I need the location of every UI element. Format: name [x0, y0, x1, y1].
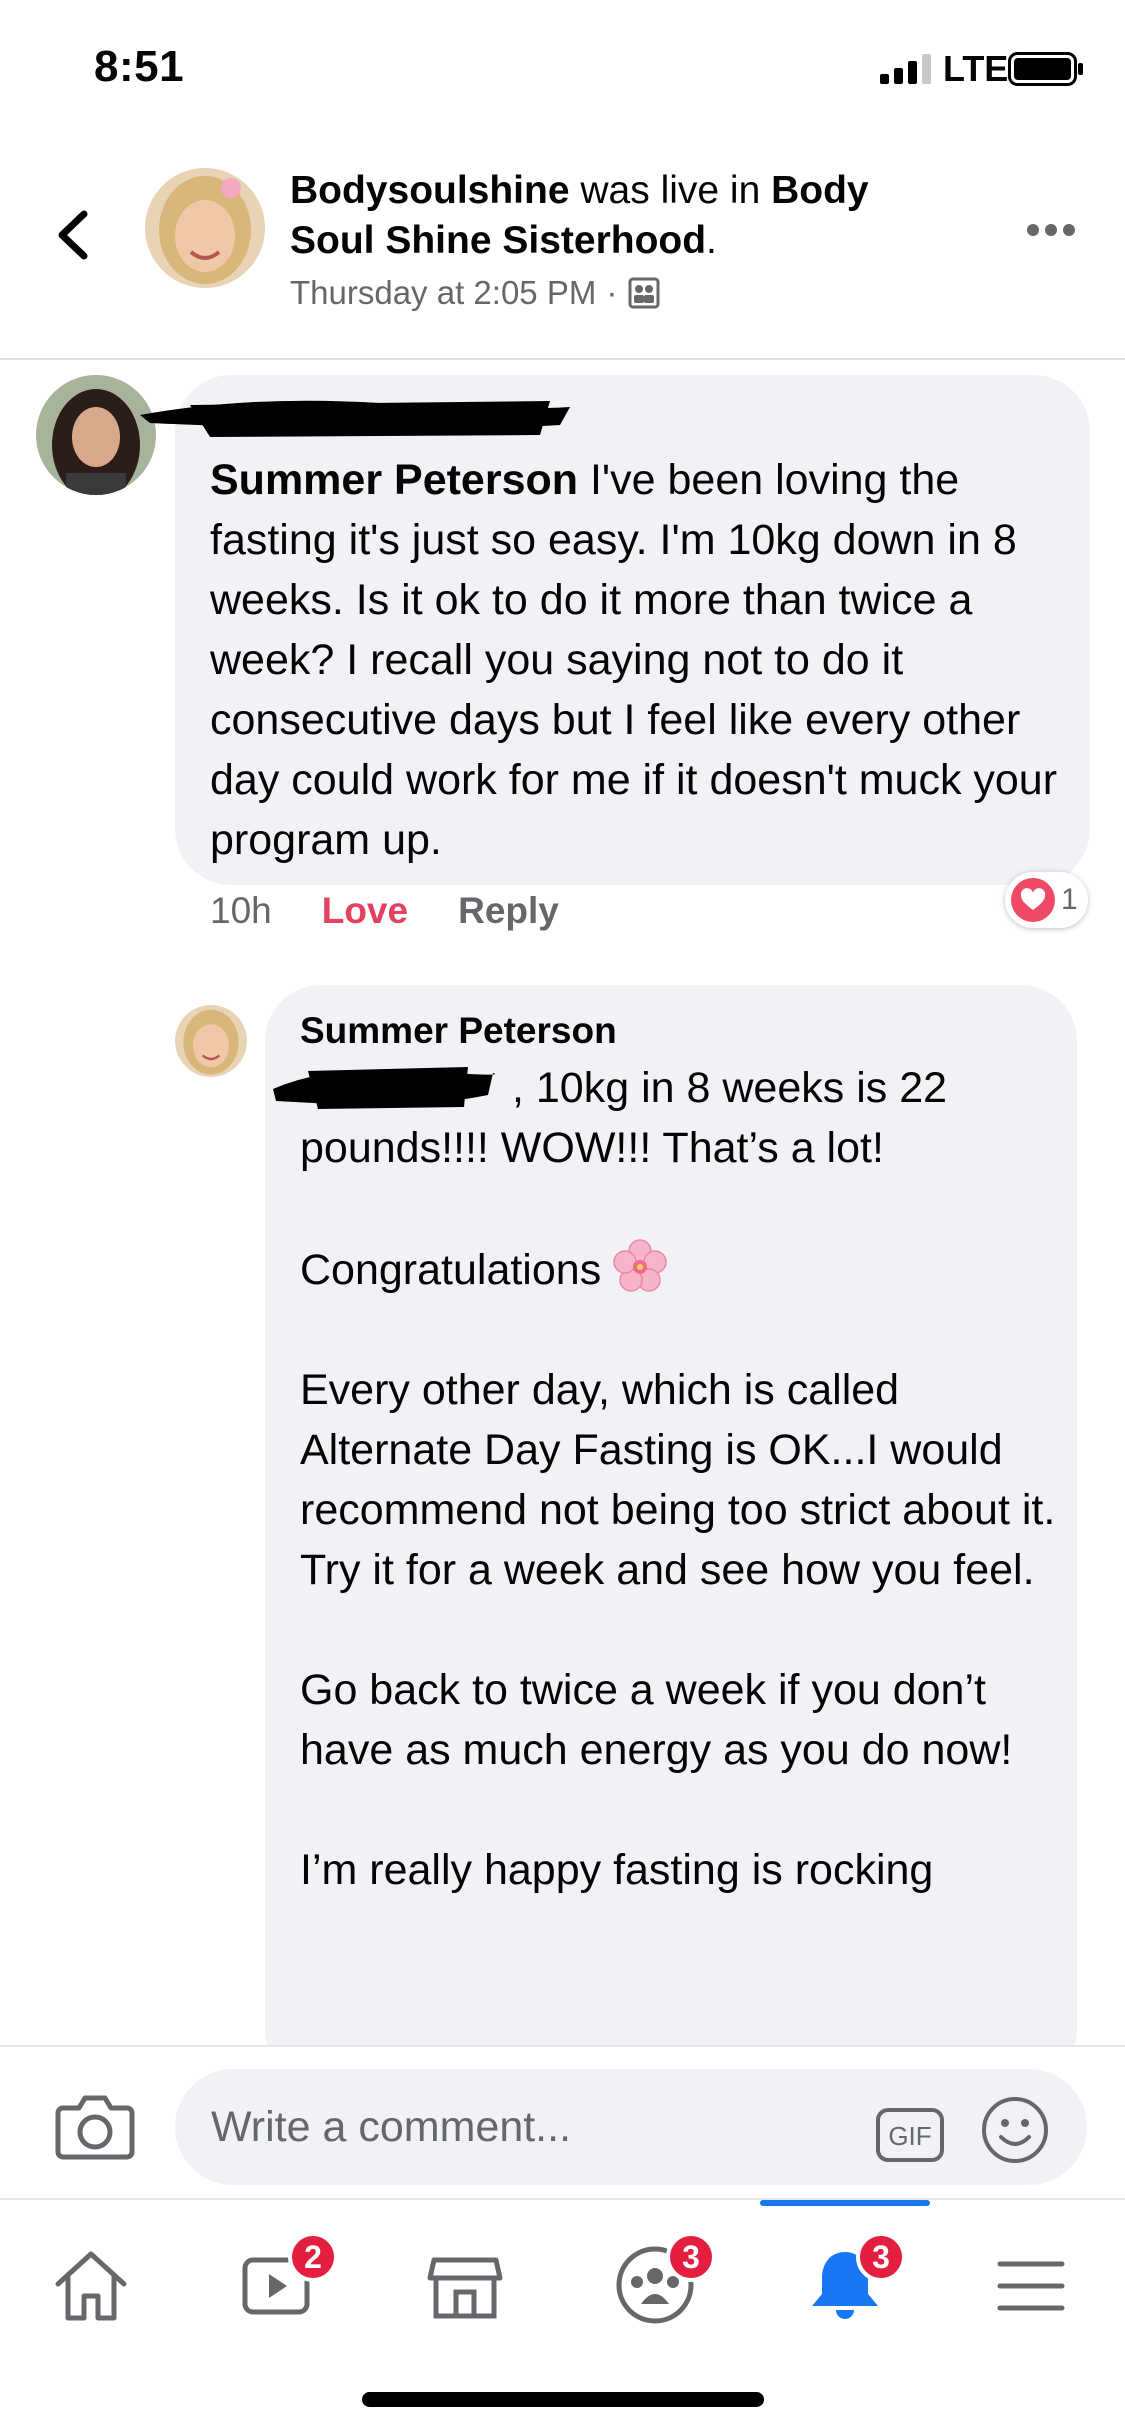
gif-label: GIF — [888, 2121, 931, 2151]
tab-home[interactable] — [46, 2240, 136, 2330]
comment-1-actions: 10h Love Reply — [210, 890, 559, 932]
notifications-badge: 3 — [856, 2232, 906, 2282]
post-header-text: Bodysoulshine was live in Body Soul Shin… — [290, 166, 930, 312]
reply-paragraph-5: I’m really happy fasting is rocking — [300, 1846, 934, 1894]
reply-paragraph-4: Go back to twice a week if you don’t hav… — [300, 1666, 1013, 1774]
heart-icon — [1011, 878, 1055, 922]
reply-paragraph-1: , 10kg in 8 weeks is 22 pounds!!!! WOW!!… — [300, 1064, 948, 1172]
status-bar: 8:51 LTE — [0, 0, 1125, 140]
back-arrow-icon[interactable] — [48, 200, 98, 270]
more-options-icon[interactable] — [1025, 220, 1077, 240]
reply-paragraph-2: Congratulations — [300, 1246, 602, 1294]
post-header: Bodysoulshine was live in Body Soul Shin… — [0, 140, 1125, 360]
author-avatar[interactable] — [145, 168, 265, 288]
comment-time[interactable]: 10h — [210, 890, 272, 932]
reaction-summary[interactable]: 1 — [1005, 872, 1088, 928]
active-tab-indicator — [760, 2200, 930, 2206]
redaction-scribble — [140, 400, 570, 437]
header-action-text: was live in — [569, 169, 772, 212]
reply-body: , 10kg in 8 weeks is 22 pounds!!!! WOW!!… — [300, 1058, 1060, 1960]
status-time: 8:51 — [94, 42, 185, 91]
love-reaction-button[interactable]: Love — [322, 890, 408, 932]
bottom-tab-bar: 2 3 3 — [0, 2200, 1125, 2350]
reply-author-name[interactable]: Summer Peterson — [300, 1010, 617, 1052]
marketplace-icon — [427, 2257, 503, 2319]
group-audience-icon — [628, 277, 660, 309]
meta-separator: · — [606, 274, 618, 311]
reply-paragraph-3: Every other day, which is called Alterna… — [300, 1366, 1056, 1594]
comment-1-body: I've been loving the fasting it's just s… — [210, 456, 1058, 864]
cherry-blossom-icon — [613, 1239, 667, 1292]
mention-link[interactable]: Summer Peterson — [210, 456, 578, 504]
post-timestamp[interactable]: Thursday at 2:05 PM — [290, 274, 596, 312]
comment-composer: GIF — [0, 2045, 1125, 2200]
tab-marketplace[interactable] — [420, 2240, 510, 2330]
home-icon — [55, 2251, 127, 2321]
comment-input[interactable] — [175, 2069, 1087, 2185]
watch-badge: 2 — [288, 2232, 338, 2282]
comment-1-text: Summer Peterson I've been loving the fas… — [210, 450, 1070, 870]
tab-menu[interactable] — [986, 2240, 1076, 2330]
reply-button[interactable]: Reply — [458, 890, 559, 932]
home-indicator[interactable] — [362, 2392, 764, 2407]
author-name[interactable]: Bodysoulshine — [290, 169, 570, 212]
gif-button[interactable]: GIF — [875, 2107, 945, 2163]
battery-icon — [1008, 52, 1083, 86]
menu-icon — [997, 2261, 1065, 2311]
camera-icon[interactable] — [55, 2092, 135, 2160]
reply-paragraph-2-wrap: Congratulations — [300, 1238, 1060, 1300]
reaction-count: 1 — [1061, 883, 1078, 916]
emoji-icon[interactable] — [980, 2095, 1050, 2165]
groups-badge: 3 — [666, 2232, 716, 2282]
header-punct: . — [706, 219, 717, 262]
network-label: LTE — [943, 48, 1009, 89]
tab-groups[interactable]: 3 — [610, 2232, 716, 2330]
tab-watch[interactable]: 2 — [233, 2232, 338, 2330]
reply-author-avatar[interactable] — [175, 1005, 247, 1077]
signal-icon — [880, 54, 931, 84]
tab-notifications[interactable]: 3 — [800, 2232, 906, 2330]
